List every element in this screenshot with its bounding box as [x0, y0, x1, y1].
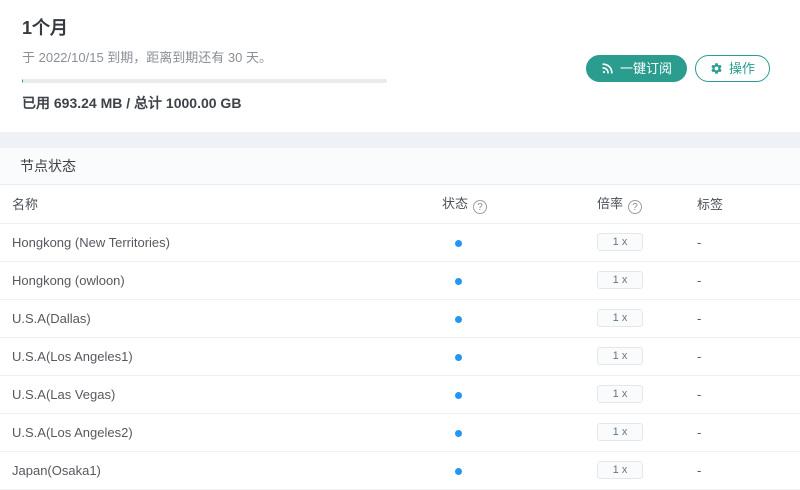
rate-badge: 1 x: [597, 423, 643, 441]
node-row: U.S.A(Dallas) 1 x -: [0, 299, 800, 338]
node-status-title: 节点状态: [20, 158, 76, 174]
page-gap: [0, 132, 800, 148]
rate-badge: 1 x: [597, 461, 643, 479]
node-tags: -: [685, 299, 800, 338]
status-online-dot: [455, 277, 462, 285]
node-status-cell: [430, 223, 585, 262]
node-rate-cell: 1 x: [585, 223, 685, 262]
node-row: Hongkong (owloon) 1 x -: [0, 261, 800, 300]
node-status-cell: [430, 413, 585, 452]
node-row: U.S.A(Las Vegas) 1 x -: [0, 375, 800, 414]
column-header-rate-label: 倍率: [597, 196, 624, 212]
node-status-cell: [430, 451, 585, 490]
node-tags: -: [685, 261, 800, 300]
node-rate-cell: 1 x: [585, 413, 685, 452]
column-header-rate: 倍率?: [585, 185, 685, 224]
node-table: 名称 状态? 倍率? 标签 Hongkong (New Territories)…: [0, 185, 800, 490]
node-name: U.S.A(Los Angeles2): [0, 413, 430, 452]
node-row: U.S.A(Los Angeles2) 1 x -: [0, 413, 800, 452]
node-status-cell: [430, 337, 585, 376]
column-header-status: 状态?: [430, 185, 585, 224]
node-name: U.S.A(Las Vegas): [0, 375, 430, 414]
rate-help-icon[interactable]: ?: [628, 200, 643, 215]
status-online-dot: [455, 315, 462, 323]
rss-icon: [601, 62, 614, 75]
rate-badge: 1 x: [597, 309, 643, 327]
node-status-header: 节点状态: [0, 148, 800, 185]
node-name: Hongkong (New Territories): [0, 223, 430, 262]
node-tags: -: [685, 413, 800, 452]
column-header-name: 名称: [0, 185, 430, 224]
operations-button[interactable]: 操作: [694, 55, 770, 82]
column-header-tags: 标签: [685, 185, 800, 224]
node-status-cell: [430, 299, 585, 338]
node-tags: -: [685, 337, 800, 376]
node-tags: -: [685, 223, 800, 262]
node-rate-cell: 1 x: [585, 299, 685, 338]
status-online-dot: [455, 429, 462, 437]
node-rate-cell: 1 x: [585, 261, 685, 300]
node-tags: -: [685, 451, 800, 490]
status-online-dot: [455, 467, 462, 475]
node-status-cell: [430, 261, 585, 300]
node-row: Hongkong (New Territories) 1 x -: [0, 223, 800, 262]
usage-text: 已用 693.24 MB / 总计 1000.00 GB: [22, 94, 242, 111]
node-tags: -: [685, 375, 800, 414]
node-status-card: 节点状态 名称 状态? 倍率? 标签 Hongkong (New Territo…: [0, 148, 800, 490]
node-row: U.S.A(Los Angeles1) 1 x -: [0, 337, 800, 376]
status-online-dot: [455, 353, 462, 361]
node-rate-cell: 1 x: [585, 375, 685, 414]
rate-badge: 1 x: [597, 385, 643, 403]
node-name: U.S.A(Los Angeles1): [0, 337, 430, 376]
node-name: Hongkong (owloon): [0, 261, 430, 300]
node-row: Japan(Osaka1) 1 x -: [0, 451, 800, 490]
status-online-dot: [455, 239, 462, 247]
node-name: U.S.A(Dallas): [0, 299, 430, 338]
column-header-status-label: 状态: [442, 196, 469, 212]
node-table-header-row: 名称 状态? 倍率? 标签: [0, 185, 800, 224]
status-online-dot: [455, 391, 462, 399]
status-help-icon[interactable]: ?: [473, 200, 488, 215]
node-status-cell: [430, 375, 585, 414]
plan-title: 1个月: [22, 18, 69, 38]
operations-button-label: 操作: [728, 61, 755, 76]
subscribe-button-label: 一键订阅: [619, 61, 672, 76]
rate-badge: 1 x: [597, 271, 643, 289]
plan-actions: 一键订阅 操作: [585, 55, 770, 82]
subscribe-button[interactable]: 一键订阅: [585, 55, 687, 82]
node-rate-cell: 1 x: [585, 451, 685, 490]
node-name: Japan(Osaka1): [0, 451, 430, 490]
rate-badge: 1 x: [597, 233, 643, 251]
node-table-body: Hongkong (New Territories) 1 x - Hongkon…: [0, 223, 800, 490]
gear-icon: [710, 62, 723, 75]
plan-card: 1个月 于 2022/10/15 到期，距离到期还有 30 天。 已用 693.…: [0, 0, 800, 132]
node-rate-cell: 1 x: [585, 337, 685, 376]
rate-badge: 1 x: [597, 347, 643, 365]
usage-progress-bar: [22, 78, 387, 83]
